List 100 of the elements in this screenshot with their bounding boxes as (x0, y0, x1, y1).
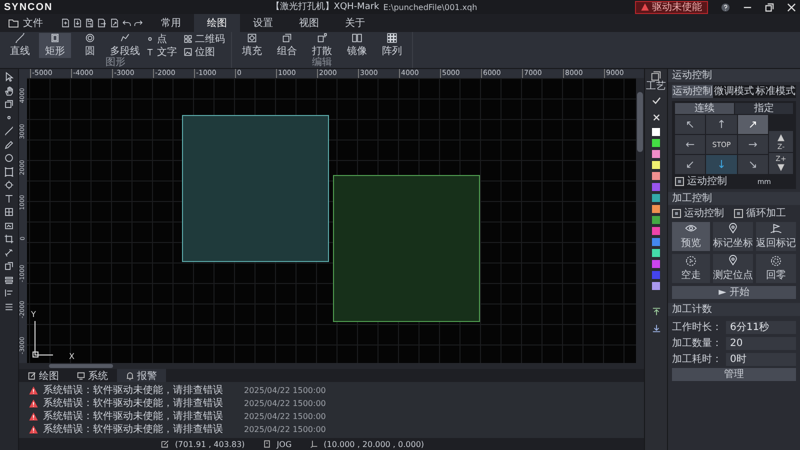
crop-icon[interactable] (4, 234, 14, 244)
action-button[interactable]: 测定位点 (713, 254, 753, 283)
color-swatch[interactable] (652, 128, 660, 136)
check-icon[interactable] (652, 96, 660, 105)
restore-icon[interactable] (765, 2, 774, 12)
file-arrow-icon[interactable] (110, 18, 119, 28)
alert-badge[interactable]: 驱动未使能 (635, 0, 708, 14)
layers-icon[interactable] (4, 99, 14, 109)
align-icon[interactable] (4, 288, 14, 298)
mode-tab[interactable]: 运动控制 (672, 85, 714, 98)
ribbon-tab[interactable]: 设置 (240, 14, 286, 32)
color-swatch[interactable] (652, 194, 660, 202)
ribbon-button[interactable]: 多段线 (109, 33, 141, 58)
ribbon-button[interactable]: 二维码 (182, 32, 227, 44)
checkbox[interactable]: 运动控制 (672, 208, 724, 219)
ribbon-button[interactable]: 圆 (74, 33, 106, 58)
ribbon-tab[interactable]: 常用 (148, 14, 194, 32)
action-button[interactable]: 返回标记 (756, 222, 796, 251)
checkbox[interactable]: 运动控制 (675, 176, 727, 187)
panel-tab[interactable]: 系统 (68, 369, 117, 382)
ribbon-tab[interactable]: 绘图 (194, 14, 240, 32)
jog-button[interactable]: ↖ (675, 115, 706, 134)
color-swatch[interactable] (652, 282, 660, 290)
rectangle-shape[interactable] (182, 115, 329, 262)
action-button[interactable]: 预览 (672, 222, 710, 251)
list-icon[interactable] (4, 302, 14, 312)
process-button[interactable]: 工艺 (646, 71, 666, 92)
jog-button[interactable]: ↗ (738, 115, 768, 134)
jog-button[interactable]: ← (675, 135, 706, 154)
color-swatch[interactable] (652, 182, 660, 190)
ribbon-button[interactable]: 组合 (271, 33, 303, 58)
import-file-icon[interactable] (73, 18, 82, 28)
color-swatch[interactable] (652, 150, 660, 158)
ribbon-button[interactable]: 位图 (182, 46, 227, 58)
color-swatch[interactable] (652, 216, 660, 224)
action-button[interactable]: 标记坐标 (713, 222, 753, 251)
color-swatch[interactable] (652, 226, 660, 234)
color-swatch[interactable] (652, 248, 660, 256)
start-button[interactable]: ► 开始 (672, 286, 796, 299)
export-file-icon[interactable] (97, 18, 107, 28)
file-menu[interactable]: 文件 (0, 14, 56, 32)
ribbon-button[interactable]: 镜像 (341, 33, 373, 58)
grid-icon[interactable] (4, 207, 14, 217)
ribbon-button[interactable]: 文字 (144, 46, 179, 58)
ribbon-button[interactable]: 直线 (4, 33, 36, 58)
color-swatch[interactable] (652, 270, 660, 278)
input-field[interactable]: 0时 (726, 352, 796, 366)
close-icon[interactable] (652, 113, 660, 122)
color-swatch[interactable] (652, 160, 660, 168)
pointer-icon[interactable] (4, 72, 14, 82)
stack-icon[interactable] (4, 274, 14, 284)
mode-tab[interactable]: 微调模式 (713, 85, 755, 98)
ribbon-button[interactable]: 矩形 (39, 33, 71, 58)
pen-icon[interactable] (4, 140, 14, 150)
checkbox[interactable]: 循环加工 (734, 208, 786, 219)
input-field[interactable]: 20 (726, 336, 796, 350)
save-file-icon[interactable] (85, 18, 94, 28)
rectangle-shape[interactable] (333, 175, 480, 322)
jog-tab[interactable]: 连续 (675, 103, 734, 114)
panel-tab[interactable]: 绘图 (19, 369, 68, 382)
close-icon[interactable] (787, 2, 796, 12)
ribbon-tab[interactable]: 视图 (286, 14, 332, 32)
action-button[interactable]: 回零 (756, 254, 796, 283)
color-swatch[interactable] (652, 260, 660, 268)
line-icon[interactable] (4, 126, 14, 136)
help-icon[interactable] (721, 2, 730, 12)
jog-button[interactable]: → (738, 135, 768, 154)
action-button[interactable]: 空走 (672, 254, 710, 283)
jog-button[interactable]: ↘ (738, 155, 768, 174)
ribbon-tab[interactable]: 关于 (332, 14, 378, 32)
new-file-icon[interactable] (61, 18, 70, 28)
download-icon[interactable] (652, 324, 660, 333)
hand-icon[interactable] (4, 86, 14, 96)
color-swatch[interactable] (652, 204, 660, 212)
ribbon-button[interactable]: 打散 (306, 33, 338, 58)
frame-icon[interactable] (4, 220, 14, 230)
undo-icon[interactable] (122, 18, 131, 28)
copy-icon[interactable] (4, 261, 14, 271)
color-swatch[interactable] (652, 172, 660, 180)
redo-icon[interactable] (134, 18, 143, 28)
ribbon-button[interactable]: 阵列 (376, 33, 408, 58)
input-field[interactable]: 6分11秒 (726, 320, 796, 334)
color-swatch[interactable] (652, 238, 660, 246)
jog-button[interactable]: ↑ (706, 115, 737, 134)
jog-button[interactable]: ↓ (706, 155, 737, 174)
upload-icon[interactable] (652, 307, 660, 316)
drawing-canvas[interactable]: Y X (27, 78, 636, 363)
ribbon-button[interactable]: 填充 (236, 33, 268, 58)
manage-button[interactable]: 管理 (672, 368, 796, 381)
gear-icon[interactable] (4, 180, 14, 190)
jog-tab[interactable]: 指定 (734, 103, 793, 114)
color-swatch[interactable] (652, 138, 660, 146)
mode-tab[interactable]: 标准模式 (754, 85, 796, 98)
jog-button[interactable]: ↙ (675, 155, 706, 174)
panel-tab[interactable]: 报警 (117, 369, 166, 382)
text-icon[interactable] (4, 194, 14, 204)
link-icon[interactable] (4, 248, 14, 258)
alarm-message: 系统错误：软件驱动未使能，请排查错误 (43, 384, 223, 396)
section-header: 加工控制 (668, 192, 800, 205)
ribbon-button[interactable]: 点 (144, 32, 179, 44)
